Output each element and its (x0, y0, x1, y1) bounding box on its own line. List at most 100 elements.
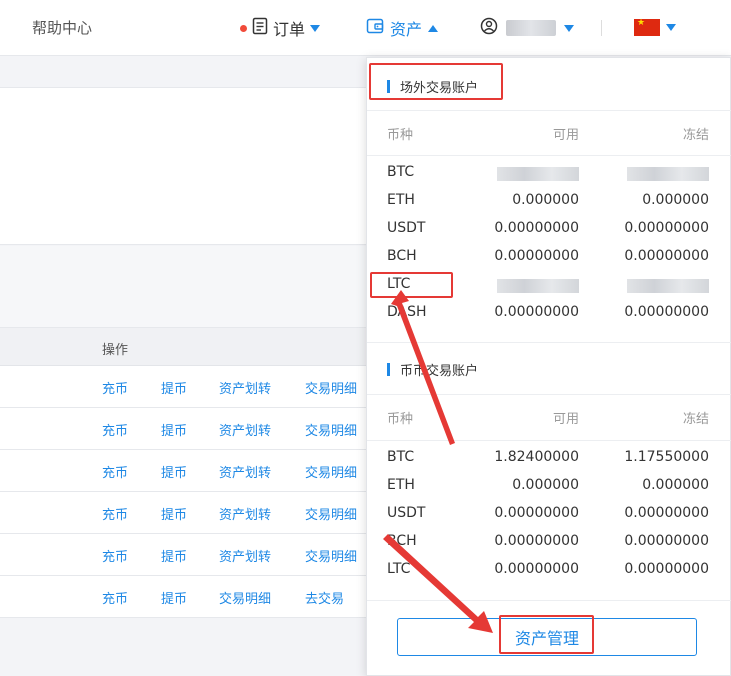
coin-header: 币种 (387, 128, 414, 143)
language-selector[interactable] (634, 19, 676, 36)
transfer-link[interactable]: 资产划转 (219, 504, 271, 523)
otc-table-header: 币种 可用 冻结 (387, 124, 709, 144)
frozen-amount: 0.00000000 (624, 533, 709, 549)
coin-name: USDT (387, 220, 426, 236)
coin-name: LTC (387, 561, 411, 577)
assets-label: 资产 (390, 20, 423, 39)
coin-header: 币种 (387, 412, 414, 427)
otc-balance-row: ETH 0.000000 0.000000 (387, 192, 709, 214)
deposit-link[interactable]: 充币 (102, 588, 128, 607)
spot-balance-row: BTC 1.82400000 1.17550000 (387, 449, 709, 471)
otc-balance-row: LTC (387, 276, 709, 298)
help-center-link[interactable]: 帮助中心 (32, 17, 92, 38)
ops-column-header: 操作 (102, 343, 129, 358)
frozen-amount: 0.00000000 (624, 505, 709, 521)
otc-account-title: 场外交易账户 (400, 81, 479, 96)
chevron-down-icon (666, 24, 676, 31)
details-link[interactable]: 交易明细 (305, 504, 357, 523)
spot-account-section-title: 币币交易账户 (387, 360, 478, 379)
coin-name: LTC (387, 276, 411, 292)
frozen-amount: 0.00000000 (624, 220, 709, 236)
masked-available (497, 167, 579, 181)
coin-name: USDT (387, 505, 426, 521)
available-amount: 0.00000000 (494, 533, 579, 549)
otc-balance-row: USDT 0.00000000 0.00000000 (387, 220, 709, 242)
details-link[interactable]: 交易明细 (305, 378, 357, 397)
transfer-link[interactable]: 资产划转 (219, 546, 271, 565)
spot-balance-row: ETH 0.000000 0.000000 (387, 477, 709, 499)
withdraw-link[interactable]: 提币 (161, 378, 187, 397)
withdraw-link[interactable]: 提币 (161, 420, 187, 439)
transfer-link[interactable]: 资产划转 (219, 462, 271, 481)
coin-name: BCH (387, 248, 417, 264)
coin-name: ETH (387, 477, 415, 493)
transfer-link[interactable]: 资产划转 (219, 420, 271, 439)
details-link[interactable]: 交易明细 (305, 420, 357, 439)
available-amount: 0.00000000 (494, 248, 579, 264)
transfer-link[interactable]: 资产划转 (219, 378, 271, 397)
otc-account-section-title: 场外交易账户 (387, 77, 478, 96)
section-marker (387, 363, 390, 376)
deposit-link[interactable]: 充币 (102, 504, 128, 523)
coin-name: DASH (387, 304, 427, 320)
deposit-link[interactable]: 充币 (102, 420, 128, 439)
divider (367, 440, 731, 441)
withdraw-link[interactable]: 提币 (161, 546, 187, 565)
document-icon (252, 17, 268, 39)
notification-dot (240, 24, 247, 32)
chevron-up-icon (428, 24, 439, 32)
details-link[interactable]: 交易明细 (219, 588, 271, 607)
details-link[interactable]: 交易明细 (305, 462, 357, 481)
user-menu[interactable] (480, 17, 574, 39)
spot-balance-row: USDT 0.00000000 0.00000000 (387, 505, 709, 527)
withdraw-link[interactable]: 提币 (161, 504, 187, 523)
orders-label: 订单 (273, 20, 306, 39)
frozen-amount: 0.000000 (642, 192, 709, 208)
frozen-amount: 0.00000000 (624, 248, 709, 264)
available-header: 可用 (552, 128, 579, 143)
otc-balance-row: BTC (387, 164, 709, 186)
available-amount: 0.00000000 (494, 505, 579, 521)
assets-menu[interactable]: 资产 (366, 16, 439, 40)
available-amount: 0.000000 (512, 192, 579, 208)
username-masked (506, 20, 556, 36)
coin-name: BCH (387, 533, 417, 549)
asset-management-button[interactable]: 资产管理 (397, 618, 697, 656)
divider (367, 155, 731, 156)
chevron-down-icon (310, 24, 321, 32)
details-link[interactable]: 交易明细 (305, 546, 357, 565)
user-icon (480, 17, 498, 39)
chevron-down-icon (564, 24, 574, 32)
coin-name: ETH (387, 192, 415, 208)
china-flag-icon (634, 19, 660, 36)
top-header: 帮助中心 订单 资产 (0, 0, 731, 56)
divider (367, 394, 731, 395)
frozen-amount: 1.17550000 (624, 449, 709, 465)
coin-name: BTC (387, 449, 415, 465)
trade-link[interactable]: 去交易 (305, 588, 344, 607)
masked-frozen (627, 279, 709, 293)
available-header: 可用 (552, 412, 579, 427)
available-amount: 0.00000000 (494, 220, 579, 236)
withdraw-link[interactable]: 提币 (161, 462, 187, 481)
frozen-header: 冻结 (682, 128, 709, 143)
orders-menu[interactable]: 订单 (240, 16, 321, 40)
otc-balance-row: DASH 0.00000000 0.00000000 (387, 304, 709, 326)
spot-account-title: 币币交易账户 (400, 364, 479, 379)
header-divider (601, 20, 602, 36)
available-amount: 1.82400000 (494, 449, 579, 465)
coin-name: BTC (387, 164, 415, 180)
frozen-header: 冻结 (682, 412, 709, 427)
section-marker (387, 80, 390, 93)
deposit-link[interactable]: 充币 (102, 546, 128, 565)
divider (367, 110, 731, 111)
withdraw-link[interactable]: 提币 (161, 588, 187, 607)
spot-table-header: 币种 可用 冻结 (387, 408, 709, 428)
frozen-amount: 0.000000 (642, 477, 709, 493)
otc-balance-row: BCH 0.00000000 0.00000000 (387, 248, 709, 270)
deposit-link[interactable]: 充币 (102, 378, 128, 397)
deposit-link[interactable]: 充币 (102, 462, 128, 481)
divider (367, 342, 731, 343)
frozen-amount: 0.00000000 (624, 561, 709, 577)
frozen-amount: 0.00000000 (624, 304, 709, 320)
